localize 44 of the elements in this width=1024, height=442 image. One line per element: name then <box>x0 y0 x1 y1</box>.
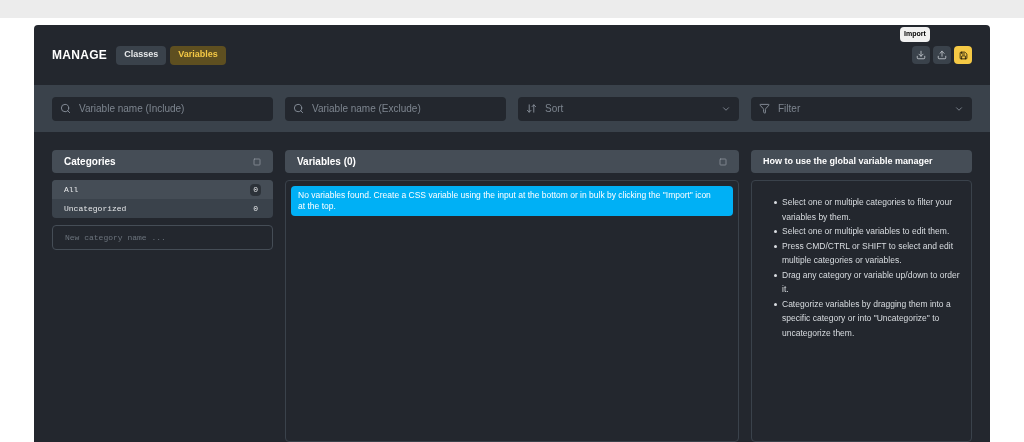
save-button[interactable] <box>954 46 972 64</box>
search-icon <box>293 103 304 114</box>
help-text: Categorize variables by dragging them into a specific category or into "Uncategorize" to uncategorize them. <box>782 297 952 340</box>
panel-title: Categories <box>64 155 116 169</box>
sort-select[interactable]: Sort <box>518 96 739 121</box>
filter-icon <box>759 103 770 114</box>
filter-select[interactable]: Filter <box>751 96 972 121</box>
category-item[interactable]: Uncategorized 0 <box>52 199 273 218</box>
import-button[interactable] <box>912 46 930 64</box>
include-search-field-input[interactable]: Variable name (Include) <box>79 101 265 116</box>
upload-icon <box>937 50 947 60</box>
bullet-icon <box>774 273 777 277</box>
bullet-icon <box>774 302 777 306</box>
category-name: All <box>64 183 79 196</box>
category-count: 0 <box>250 183 261 196</box>
save-icon <box>958 50 968 60</box>
tab[interactable]: Classes <box>116 45 167 65</box>
dialog-title: MANAGE <box>52 47 108 64</box>
checkbox-icon[interactable] <box>253 157 261 166</box>
new-category-field[interactable]: New category name ... <box>52 225 273 250</box>
exclude-search-field[interactable]: Variable name (Exclude) <box>285 96 506 121</box>
bullet-icon <box>774 201 777 204</box>
help-text: Drag any category or variable up/down to order it. <box>782 268 961 296</box>
help-text: Select one or multiple variables to edit them. <box>782 225 950 238</box>
info-notice: No variables found. Create a CSS variable using the input at the bottom or in bulk by clicking the "Import" icon at the top. <box>291 186 733 216</box>
sort-select-input[interactable]: Sort <box>545 101 713 116</box>
search-icon <box>60 103 71 114</box>
export-button[interactable] <box>933 46 951 64</box>
exclude-search-field-input[interactable]: Variable name (Exclude) <box>312 101 498 116</box>
category-name: Uncategorized <box>64 202 127 215</box>
category-count: 0 <box>252 202 259 215</box>
help-text: Press CMD/CTRL or SHIFT to select and edit multiple categories or variables. <box>782 239 954 267</box>
bullet-icon <box>774 244 777 248</box>
sort-icon <box>526 103 537 114</box>
category-item[interactable]: All 0 <box>52 180 273 199</box>
include-search-field[interactable]: Variable name (Include) <box>52 96 273 121</box>
tab[interactable]: Variables <box>170 45 226 65</box>
download-icon <box>916 50 926 60</box>
bullet-icon <box>774 230 777 233</box>
panel-title: Variables (0) <box>297 155 356 169</box>
panel-title: How to use the global variable manager <box>763 154 933 168</box>
checkbox-icon[interactable] <box>719 157 727 166</box>
help-text: Select one or multiple categories to filter your variables by them. <box>782 196 954 224</box>
filter-select-input[interactable]: Filter <box>778 101 946 116</box>
